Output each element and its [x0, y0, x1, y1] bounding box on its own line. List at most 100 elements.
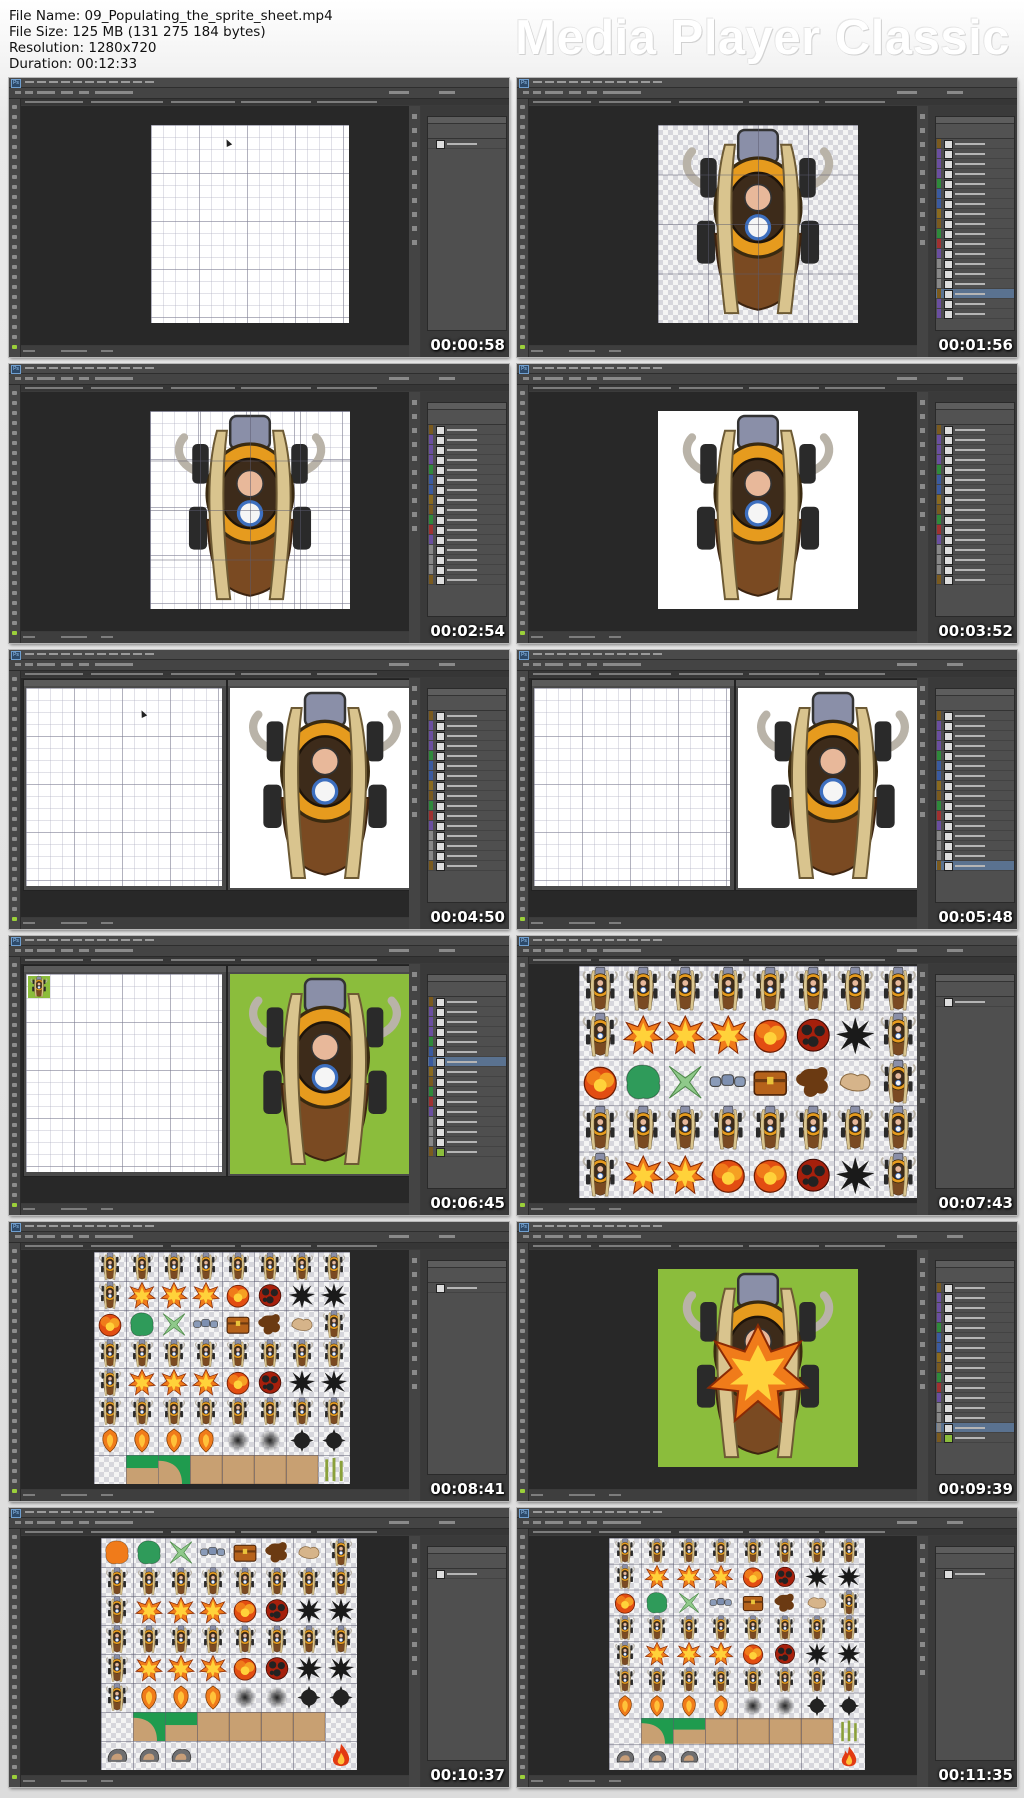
panel-toggle-icon[interactable]	[920, 728, 925, 733]
option-control[interactable]	[545, 91, 563, 94]
layer-row[interactable]	[428, 1027, 506, 1037]
document-tab[interactable]	[599, 1531, 671, 1533]
panel-toggle-icon[interactable]	[412, 1070, 417, 1075]
tool-icon[interactable]	[520, 1695, 525, 1699]
layer-row[interactable]	[936, 1323, 1014, 1333]
layer-row[interactable]	[936, 1353, 1014, 1363]
document-tab[interactable]	[25, 387, 83, 389]
floating-document-window[interactable]	[531, 679, 735, 891]
option-control[interactable]	[897, 949, 917, 952]
layer-row[interactable]	[936, 515, 1014, 525]
tool-icon[interactable]	[520, 1685, 525, 1689]
tool-icon[interactable]	[520, 1545, 525, 1549]
tool-icon[interactable]	[12, 1359, 17, 1363]
layers-tab[interactable]	[428, 1261, 506, 1268]
option-control[interactable]	[389, 949, 409, 952]
menu-item[interactable]	[97, 939, 106, 941]
tool-icon[interactable]	[12, 1033, 17, 1037]
tool-icon[interactable]	[12, 1113, 17, 1117]
menu-item[interactable]	[25, 939, 34, 941]
option-control[interactable]	[587, 663, 597, 666]
tool-icon[interactable]	[12, 1319, 17, 1323]
menu-item[interactable]	[49, 653, 58, 655]
tool-icon[interactable]	[520, 1595, 525, 1599]
menu-item[interactable]	[569, 939, 578, 941]
option-control[interactable]	[25, 91, 33, 94]
document-tab[interactable]	[171, 387, 235, 389]
tool-icon[interactable]	[12, 335, 17, 339]
tool-icon[interactable]	[12, 1715, 17, 1719]
tool-icon[interactable]	[12, 1755, 17, 1759]
layer-row[interactable]	[936, 279, 1014, 289]
tool-icon[interactable]	[520, 1369, 525, 1373]
tool-icon[interactable]	[12, 1259, 17, 1263]
tool-icon[interactable]	[12, 867, 17, 871]
layer-row[interactable]	[936, 249, 1014, 259]
menu-item[interactable]	[97, 653, 106, 655]
option-control[interactable]	[79, 1235, 89, 1238]
menu-item[interactable]	[641, 367, 650, 369]
option-control[interactable]	[389, 1521, 409, 1524]
layer-row[interactable]	[428, 435, 506, 445]
layer-row[interactable]	[428, 751, 506, 761]
tool-icon[interactable]	[12, 611, 17, 615]
tool-icon[interactable]	[12, 125, 17, 129]
menu-item[interactable]	[145, 81, 154, 83]
tool-icon[interactable]	[12, 591, 17, 595]
tool-icon[interactable]	[520, 1469, 525, 1473]
option-control[interactable]	[897, 377, 917, 380]
option-control[interactable]	[439, 377, 455, 380]
tool-icon[interactable]	[520, 1269, 525, 1273]
tool-icon[interactable]	[12, 817, 17, 821]
menu-item[interactable]	[605, 367, 614, 369]
document-tab[interactable]	[25, 959, 83, 961]
document-tab[interactable]	[317, 1531, 377, 1533]
layer-row[interactable]	[428, 1097, 506, 1107]
tool-icon[interactable]	[12, 897, 17, 901]
menu-item[interactable]	[61, 653, 70, 655]
layer-row[interactable]	[936, 199, 1014, 209]
color-swatch-icon[interactable]	[12, 1203, 17, 1207]
document-tab[interactable]	[679, 387, 743, 389]
menu-item[interactable]	[85, 939, 94, 941]
panel-toggle-icon[interactable]	[920, 1070, 925, 1075]
tool-icon[interactable]	[520, 1083, 525, 1087]
document-tab[interactable]	[679, 101, 743, 103]
tool-icon[interactable]	[520, 461, 525, 465]
layer-blend-controls[interactable]	[936, 1268, 1014, 1283]
sprite-sheet-canvas[interactable]	[579, 966, 919, 1198]
menu-item[interactable]	[545, 1511, 554, 1513]
layer-row[interactable]	[936, 239, 1014, 249]
menu-item[interactable]	[37, 367, 46, 369]
floating-document-window[interactable]	[735, 679, 921, 891]
tool-icon[interactable]	[12, 275, 17, 279]
sprite-canvas[interactable]	[230, 974, 412, 1174]
menu-item[interactable]	[25, 367, 34, 369]
document-tab[interactable]	[599, 673, 671, 675]
panel-toggle-icon[interactable]	[412, 1342, 417, 1347]
document-workspace[interactable]	[21, 1250, 409, 1489]
tool-icon[interactable]	[520, 797, 525, 801]
document-workspace[interactable]	[529, 1536, 917, 1775]
option-control[interactable]	[947, 91, 963, 94]
menu-item[interactable]	[73, 939, 82, 941]
layer-row[interactable]	[936, 851, 1014, 861]
panel-toggle-icon[interactable]	[412, 414, 417, 419]
layer-row[interactable]	[936, 259, 1014, 269]
sprite-canvas[interactable]	[658, 411, 858, 609]
layer-row[interactable]	[428, 485, 506, 495]
layer-row[interactable]	[428, 425, 506, 435]
option-control[interactable]	[603, 91, 641, 94]
panel-toggle-icon[interactable]	[412, 972, 417, 977]
option-control[interactable]	[15, 91, 21, 94]
option-control[interactable]	[95, 1521, 133, 1524]
document-tab[interactable]	[317, 673, 377, 675]
option-control[interactable]	[603, 949, 641, 952]
tool-icon[interactable]	[12, 1735, 17, 1739]
layer-blend-controls[interactable]	[428, 696, 506, 711]
document-tab[interactable]	[749, 387, 819, 389]
menu-item[interactable]	[85, 81, 94, 83]
option-control[interactable]	[569, 91, 581, 94]
menu-item[interactable]	[97, 81, 106, 83]
panel-toggle-icon[interactable]	[412, 1014, 417, 1019]
